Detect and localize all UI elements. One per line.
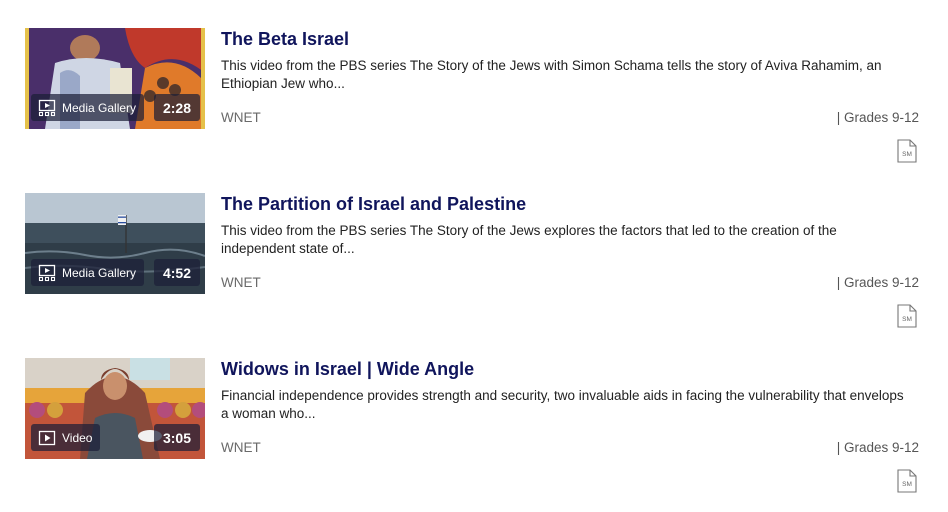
duration-badge: 4:52: [153, 259, 200, 286]
media-gallery-icon: [38, 264, 56, 281]
video-icon: [38, 430, 56, 445]
grade-range: | Grades 9-12: [836, 110, 919, 125]
media-type-badge: Media Gallery: [31, 259, 145, 286]
result-thumbnail[interactable]: Media Gallery 4:52: [25, 193, 205, 294]
result-title-link[interactable]: The Beta Israel: [221, 28, 349, 50]
standards-icon-label: SM: [902, 151, 912, 158]
duration-badge: 2:28: [153, 94, 200, 121]
result-description: Financial independence provides strength…: [221, 388, 904, 421]
standards-icon-label: SM: [902, 316, 912, 323]
duration-badge: 3:05: [153, 424, 200, 451]
result-item: Media Gallery 4:52 The Partition of Isra…: [0, 165, 948, 330]
standards-icon[interactable]: SM: [897, 469, 917, 493]
grade-range: | Grades 9-12: [836, 275, 919, 290]
media-type-badge: Video: [31, 424, 101, 451]
result-description: This video from the PBS series The Story…: [221, 223, 837, 256]
result-description: This video from the PBS series The Story…: [221, 58, 882, 91]
media-gallery-icon: [38, 99, 56, 116]
standards-icon-label: SM: [902, 481, 912, 488]
producer-label: WNET: [221, 440, 261, 455]
grade-range: | Grades 9-12: [836, 440, 919, 455]
result-thumbnail[interactable]: Video 3:05: [25, 358, 205, 459]
standards-icon[interactable]: SM: [897, 139, 917, 163]
media-type-label: Media Gallery: [62, 265, 137, 280]
producer-label: WNET: [221, 110, 261, 125]
producer-label: WNET: [221, 275, 261, 290]
result-title-link[interactable]: The Partition of Israel and Palestine: [221, 193, 526, 215]
result-item: Video 3:05 Widows in Israel | Wide Angle…: [0, 330, 948, 495]
result-item: Media Gallery 2:28 The Beta Israel This …: [0, 0, 948, 165]
media-type-label: Video: [62, 430, 93, 445]
media-type-label: Media Gallery: [62, 100, 137, 115]
standards-icon[interactable]: SM: [897, 304, 917, 328]
media-type-badge: Media Gallery: [31, 94, 145, 121]
result-title-link[interactable]: Widows in Israel | Wide Angle: [221, 358, 474, 380]
result-thumbnail[interactable]: Media Gallery 2:28: [25, 28, 205, 129]
